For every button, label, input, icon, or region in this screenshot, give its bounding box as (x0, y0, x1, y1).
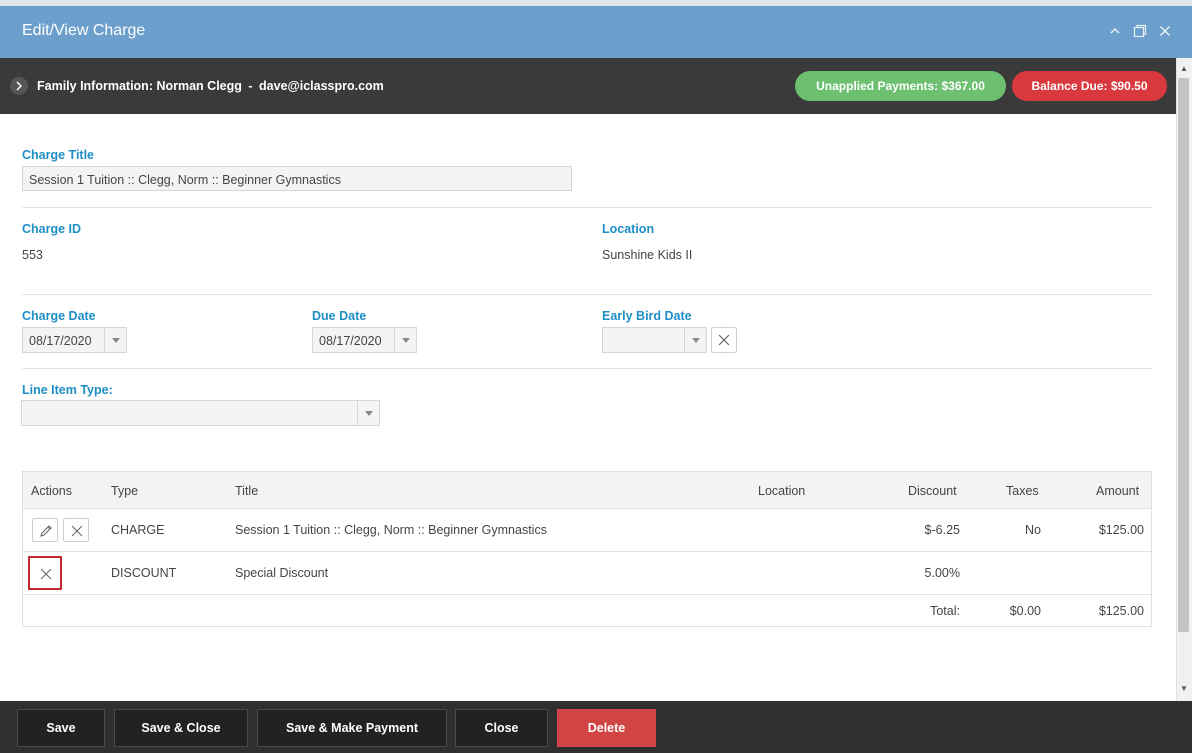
dialog-title: Edit/View Charge (22, 22, 146, 39)
family-separator: - (248, 79, 253, 93)
line-item-type-select[interactable] (21, 400, 380, 426)
save-button[interactable]: Save (17, 709, 105, 747)
x-icon (718, 334, 730, 346)
scroll-up-arrow-icon[interactable]: ▲ (1176, 62, 1192, 76)
scrollbar-thumb[interactable] (1178, 78, 1189, 632)
row-type: CHARGE (111, 523, 165, 537)
chevron-down-icon[interactable] (684, 328, 706, 352)
early-bird-date-label: Early Bird Date (602, 309, 692, 323)
scroll-down-arrow-icon[interactable]: ▼ (1176, 682, 1192, 696)
family-information-label: Family Information: Norman Clegg - dave@… (37, 79, 384, 93)
chevron-right-icon[interactable] (10, 77, 28, 95)
divider (22, 207, 1152, 208)
unapplied-payments-badge[interactable]: Unapplied Payments: $367.00 (795, 71, 1006, 101)
remove-row-button[interactable] (63, 518, 89, 542)
table-header: Actions Type Title Location Discount Tax… (23, 472, 1151, 509)
header-amount: Amount (1096, 484, 1140, 498)
due-date-label: Due Date (312, 309, 367, 323)
header-type: Type (111, 484, 139, 498)
charge-title-label: Charge Title (22, 148, 95, 162)
dialog-titlebar: Edit/View Charge (0, 6, 1192, 58)
family-name: Norman Clegg (156, 79, 242, 93)
close-button[interactable]: Close (455, 709, 548, 747)
edit-row-button[interactable] (32, 518, 58, 542)
row-title: Special Discount (235, 566, 329, 580)
row-divider (23, 594, 1151, 595)
save-close-button[interactable]: Save & Close (114, 709, 248, 747)
row-divider (23, 551, 1151, 552)
location-label: Location (602, 222, 655, 236)
due-date-value: 08/17/2020 (319, 334, 382, 348)
divider (22, 368, 1152, 369)
row-amount: $125.00 (1098, 523, 1144, 537)
total-taxes: $0.00 (1009, 604, 1041, 618)
charge-date-value: 08/17/2020 (29, 334, 92, 348)
charge-date-label: Charge Date (22, 309, 96, 323)
header-actions: Actions (31, 484, 72, 498)
remove-discount-button[interactable] (28, 556, 62, 590)
row-discount: $-6.25 (924, 523, 960, 537)
header-location: Location (758, 484, 806, 498)
line-item-type-label: Line Item Type: (22, 383, 113, 397)
pencil-icon (40, 525, 52, 537)
row-type: DISCOUNT (111, 566, 177, 580)
family-information-bar: Family Information: Norman Clegg - dave@… (0, 58, 1176, 114)
header-taxes: Taxes (1006, 484, 1039, 498)
close-icon[interactable] (1157, 24, 1173, 40)
chevron-up-icon[interactable] (1107, 24, 1123, 40)
family-email: dave@iclasspro.com (259, 79, 384, 93)
chevron-down-icon[interactable] (104, 328, 126, 352)
dialog-footer: Save Save & Close Save & Make Payment Cl… (0, 701, 1192, 753)
header-title: Title (235, 484, 259, 498)
charge-title-input[interactable]: Session 1 Tuition :: Clegg, Norm :: Begi… (22, 166, 572, 191)
chevron-down-icon[interactable] (394, 328, 416, 352)
due-date-picker[interactable]: 08/17/2020 (312, 327, 417, 353)
location-value: Sunshine Kids II (602, 248, 693, 262)
total-label: Total: (930, 604, 960, 618)
save-make-payment-button[interactable]: Save & Make Payment (257, 709, 447, 747)
charge-date-picker[interactable]: 08/17/2020 (22, 327, 127, 353)
family-label-prefix: Family Information: (37, 79, 153, 93)
chevron-down-icon[interactable] (357, 401, 379, 425)
early-bird-date-picker[interactable] (602, 327, 707, 353)
charge-id-value: 553 (22, 248, 43, 262)
total-amount: $125.00 (1098, 604, 1144, 618)
maximize-icon[interactable] (1132, 24, 1148, 40)
x-icon (71, 525, 83, 537)
row-title: Session 1 Tuition :: Clegg, Norm :: Begi… (235, 523, 547, 537)
charge-id-label: Charge ID (22, 222, 82, 236)
clear-early-bird-button[interactable] (711, 327, 737, 353)
x-icon (40, 568, 52, 580)
row-discount: 5.00% (924, 566, 960, 580)
line-items-table: Actions Type Title Location Discount Tax… (22, 471, 1152, 627)
divider (22, 294, 1152, 295)
balance-due-badge[interactable]: Balance Due: $90.50 (1012, 71, 1167, 101)
header-discount: Discount (908, 484, 957, 498)
row-taxes: No (1025, 523, 1041, 537)
delete-button[interactable]: Delete (557, 709, 656, 747)
